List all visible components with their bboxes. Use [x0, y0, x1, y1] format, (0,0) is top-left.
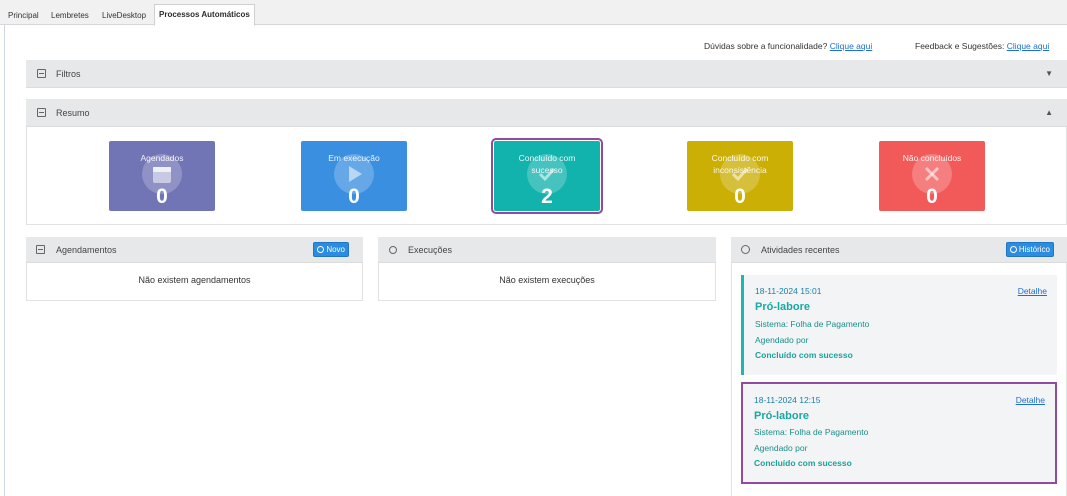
help-doubts-link[interactable]: Clique aqui	[830, 41, 873, 51]
filter-icon	[37, 69, 46, 78]
executions-header: Execuções	[378, 237, 716, 263]
activity-date: 18-11-2024 15:01	[755, 286, 822, 296]
summary-header[interactable]: Resumo ▲	[26, 99, 1067, 127]
card-concluido-sucesso[interactable]: Concluído com sucesso 2	[491, 138, 603, 214]
play-circle-icon	[389, 246, 397, 254]
plus-circle-icon	[317, 246, 325, 253]
activity-title: Pró-labore	[755, 301, 811, 313]
activity-item: 18-11-2024 12:15 Detalhe Pró-labore Sist…	[741, 382, 1057, 484]
filters-title: Filtros	[56, 69, 81, 79]
card-title: Agendados	[140, 153, 184, 163]
card-count: 0	[734, 185, 746, 208]
calendar-icon	[36, 245, 45, 254]
card-count: 0	[156, 185, 168, 208]
help-doubts: Dúvidas sobre a funcionalidade? Clique a…	[704, 41, 872, 51]
schedules-header: Agendamentos Novo	[26, 237, 363, 263]
activity-item: 18-11-2024 15:01 Detalhe Pró-labore Sist…	[741, 275, 1057, 375]
card-count: 0	[348, 185, 360, 208]
activity-scheduled-by: Agendado por	[755, 335, 809, 345]
summary-icon	[37, 108, 46, 117]
tab-lembretes[interactable]: Lembretes	[47, 6, 93, 25]
executions-title: Execuções	[408, 245, 453, 255]
help-doubts-text: Dúvidas sobre a funcionalidade?	[704, 41, 828, 51]
history-label: Histórico	[1018, 245, 1050, 254]
schedules-body: Não existem agendamentos	[26, 263, 363, 301]
help-feedback-link[interactable]: Clique aqui	[1007, 41, 1050, 51]
left-border	[4, 25, 5, 496]
activity-detail-link[interactable]: Detalhe	[1016, 395, 1045, 405]
activity-detail-link[interactable]: Detalhe	[1018, 286, 1047, 296]
clock-icon	[1009, 246, 1017, 253]
card-concluido-inconsistencia[interactable]: Concluído com inconsistência 0	[687, 141, 793, 211]
new-schedule-label: Novo	[326, 245, 345, 254]
activity-date: 18-11-2024 12:15	[754, 395, 821, 405]
executions-body: Não existem execuções	[378, 263, 716, 301]
chevron-down-icon[interactable]: ▼	[1045, 69, 1053, 78]
schedules-empty: Não existem agendamentos	[138, 275, 251, 285]
card-count: 2	[541, 185, 553, 208]
activity-system: Sistema: Folha de Pagamento	[754, 427, 869, 437]
activity-title: Pró-labore	[754, 410, 810, 422]
help-feedback: Feedback e Sugestões: Clique aqui	[915, 41, 1049, 51]
card-title: Concluído com sucesso	[518, 153, 576, 175]
card-count: 0	[926, 185, 938, 208]
activity-system: Sistema: Folha de Pagamento	[755, 319, 870, 329]
tab-livedesktop[interactable]: LiveDesktop	[98, 6, 150, 25]
tab-processos-automaticos[interactable]: Processos Automáticos	[154, 4, 255, 26]
help-feedback-text: Feedback e Sugestões:	[915, 41, 1005, 51]
card-agendados[interactable]: Agendados 0	[109, 141, 215, 211]
schedules-title: Agendamentos	[56, 245, 117, 255]
filters-header[interactable]: Filtros ▼	[26, 60, 1067, 88]
recent-header: Atividades recentes Histórico	[731, 237, 1067, 263]
card-nao-concluidos[interactable]: Não concluídos 0	[879, 141, 985, 211]
card-title: Concluído com inconsistência	[711, 153, 769, 175]
recent-title: Atividades recentes	[761, 245, 840, 255]
activity-scheduled-by: Agendado por	[754, 443, 808, 453]
summary-title: Resumo	[56, 108, 90, 118]
activity-status: Concluído com sucesso	[755, 350, 853, 360]
card-title: Em execução	[328, 153, 380, 163]
card-title: Não concluídos	[902, 153, 962, 163]
tab-bar: Principal Lembretes LiveDesktop Processo…	[0, 0, 1067, 26]
history-button[interactable]: Histórico	[1005, 242, 1054, 257]
clock-icon	[741, 245, 750, 254]
activity-status: Concluído com sucesso	[754, 458, 852, 468]
tab-principal[interactable]: Principal	[4, 6, 43, 25]
new-schedule-button[interactable]: Novo	[313, 242, 349, 257]
chevron-up-icon[interactable]: ▲	[1045, 108, 1053, 117]
executions-empty: Não existem execuções	[499, 275, 595, 285]
card-em-execucao[interactable]: Em execução 0	[301, 141, 407, 211]
